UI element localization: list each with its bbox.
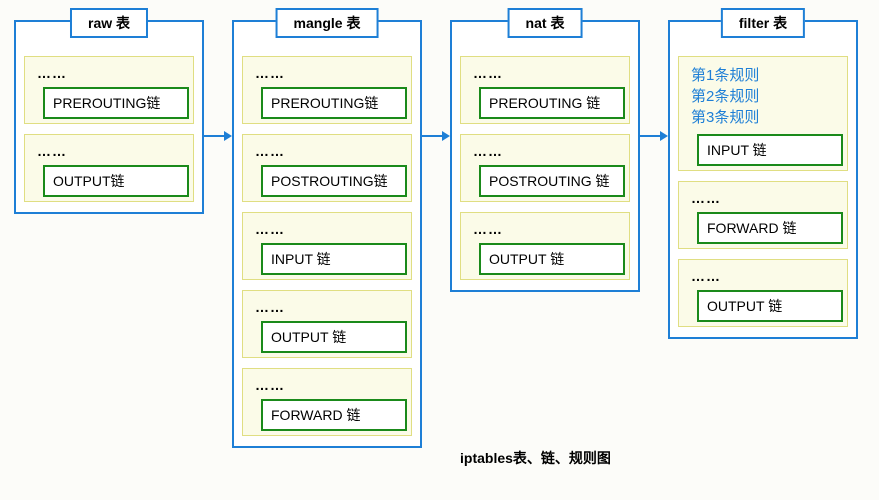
diagram-columns: raw 表 …… PREROUTING链 …… OUTPUT链 mangle 表… [14, 20, 865, 448]
chain-group: …… FORWARD 链 [242, 368, 412, 436]
chain-rules-placeholder: …… [467, 141, 623, 165]
chain-label: OUTPUT 链 [261, 321, 407, 353]
chain-group: …… OUTPUT链 [24, 134, 194, 202]
table-raw: raw 表 …… PREROUTING链 …… OUTPUT链 [14, 20, 204, 214]
chain-label: INPUT 链 [261, 243, 407, 275]
chain-group: …… POSTROUTING 链 [460, 134, 630, 202]
chain-label: INPUT 链 [697, 134, 843, 166]
chain-rules-placeholder: …… [31, 63, 187, 87]
chain-group: …… INPUT 链 [242, 212, 412, 280]
chain-rules-placeholder: …… [249, 297, 405, 321]
table-mangle: mangle 表 …… PREROUTING链 …… POSTROUTING链 … [232, 20, 422, 448]
chain-label: PREROUTING链 [261, 87, 407, 119]
chain-group: …… PREROUTING链 [242, 56, 412, 124]
chain-group: …… PREROUTING 链 [460, 56, 630, 124]
chain-label: FORWARD 链 [697, 212, 843, 244]
chain-group: 第1条规则 第2条规则 第3条规则 INPUT 链 [678, 56, 848, 171]
table-title: filter 表 [721, 8, 805, 38]
chain-label: POSTROUTING 链 [479, 165, 625, 197]
diagram-caption: iptables表、链、规则图 [460, 448, 611, 468]
arrow-icon [640, 20, 668, 140]
chain-label: PREROUTING 链 [479, 87, 625, 119]
table-nat: nat 表 …… PREROUTING 链 …… POSTROUTING 链 …… [450, 20, 640, 292]
chain-group: …… OUTPUT 链 [460, 212, 630, 280]
chain-label: FORWARD 链 [261, 399, 407, 431]
chain-group: …… FORWARD 链 [678, 181, 848, 249]
rule-item: 第3条规则 [691, 107, 835, 128]
rule-item: 第1条规则 [691, 65, 835, 86]
chain-label: OUTPUT 链 [479, 243, 625, 275]
chain-rules-placeholder: …… [467, 63, 623, 87]
chain-label: POSTROUTING链 [261, 165, 407, 197]
table-title: mangle 表 [276, 8, 379, 38]
arrow-icon [204, 20, 232, 140]
rule-item: 第2条规则 [691, 86, 835, 107]
chain-group: …… OUTPUT 链 [242, 290, 412, 358]
chain-group: …… OUTPUT 链 [678, 259, 848, 327]
chain-label: PREROUTING链 [43, 87, 189, 119]
chain-rules-placeholder: …… [467, 219, 623, 243]
chain-rules-list: 第1条规则 第2条规则 第3条规则 [685, 63, 841, 134]
chain-rules-placeholder: …… [685, 188, 841, 212]
chain-label: OUTPUT 链 [697, 290, 843, 322]
chain-rules-placeholder: …… [249, 375, 405, 399]
chain-rules-placeholder: …… [249, 141, 405, 165]
table-filter: filter 表 第1条规则 第2条规则 第3条规则 INPUT 链 …… FO… [668, 20, 858, 339]
chain-rules-placeholder: …… [31, 141, 187, 165]
chain-group: …… PREROUTING链 [24, 56, 194, 124]
table-title: raw 表 [70, 8, 148, 38]
chain-rules-placeholder: …… [685, 266, 841, 290]
arrow-icon [422, 20, 450, 140]
chain-rules-placeholder: …… [249, 63, 405, 87]
table-title: nat 表 [508, 8, 583, 38]
chain-label: OUTPUT链 [43, 165, 189, 197]
chain-rules-placeholder: …… [249, 219, 405, 243]
chain-group: …… POSTROUTING链 [242, 134, 412, 202]
